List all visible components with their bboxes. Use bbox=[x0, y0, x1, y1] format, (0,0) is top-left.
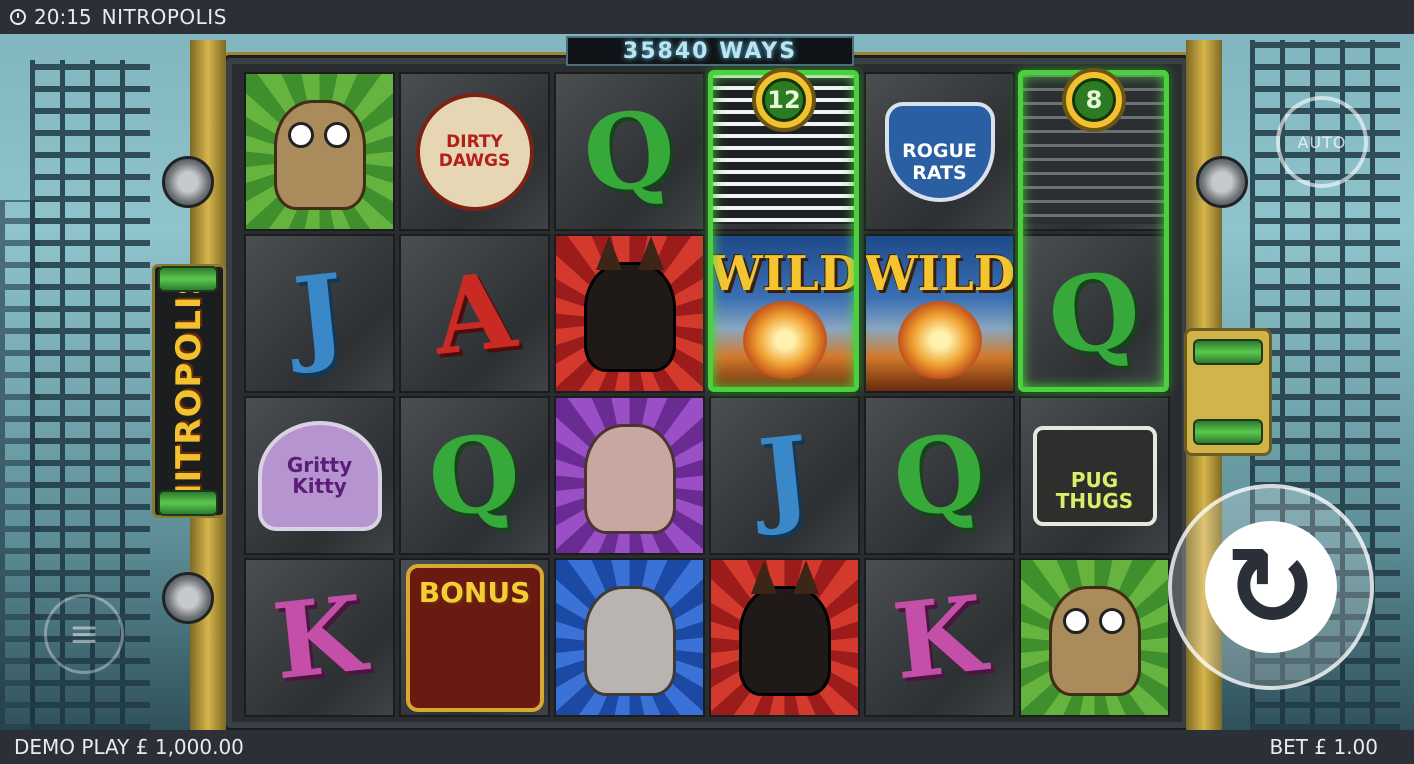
ear-icon bbox=[637, 236, 664, 270]
reel-symbol: Q bbox=[864, 396, 1015, 555]
wild-label: WILD bbox=[709, 246, 860, 302]
reel-symbol bbox=[554, 396, 705, 555]
letter-j-symbol: J bbox=[288, 249, 351, 377]
reel-symbol: Q bbox=[554, 72, 705, 231]
bonus-badge: BONUS bbox=[405, 563, 544, 712]
reel-symbol: A bbox=[399, 234, 550, 393]
reel-symbol: K bbox=[244, 558, 395, 717]
slot-game-screen: 20:15 NITROPOLIS 35840 WAYS NITROPOLIS D… bbox=[0, 0, 1414, 764]
letter-q-symbol: Q bbox=[422, 409, 526, 541]
cat-icon bbox=[583, 423, 676, 534]
letter-a-symbol: A bbox=[427, 247, 521, 379]
gear-knob-icon bbox=[162, 156, 214, 208]
nitro-canister-icon bbox=[158, 266, 218, 292]
autoplay-button[interactable]: AUTO bbox=[1276, 96, 1368, 188]
letter-q-symbol: Q bbox=[577, 85, 681, 217]
reel-symbol: WILD bbox=[709, 234, 860, 393]
cat-body bbox=[583, 423, 676, 534]
pug-icon bbox=[1048, 585, 1141, 696]
reel-symbol: DIRTY DAWGS bbox=[399, 72, 550, 231]
rat-body bbox=[583, 585, 676, 696]
reel-symbol: Gritty Kitty bbox=[244, 396, 395, 555]
spin-button-face: ↻ bbox=[1205, 521, 1337, 653]
doberman-body bbox=[583, 236, 676, 372]
reel-symbol: BONUS bbox=[399, 558, 550, 717]
clock-icon bbox=[10, 9, 26, 25]
bottom-bar: DEMO PLAY £ 1,000.00 BET £ 1.00 bbox=[0, 730, 1414, 764]
reel-symbol: WILD bbox=[864, 234, 1015, 393]
game-title: NITROPOLIS bbox=[101, 5, 227, 29]
gear-knob-icon bbox=[162, 572, 214, 624]
ear-icon bbox=[750, 560, 777, 594]
ways-counter: 35840 WAYS bbox=[566, 36, 854, 66]
ear-icon bbox=[595, 236, 622, 270]
nitro-counter-value: 8 bbox=[1072, 78, 1116, 122]
reel-symbol bbox=[554, 234, 705, 393]
doberman-icon bbox=[583, 236, 676, 372]
bet-display[interactable]: BET £ 1.00 bbox=[1269, 735, 1378, 759]
game-logo: NITROPOLIS bbox=[169, 269, 209, 512]
background-tower bbox=[0, 200, 40, 730]
reel-symbol: Q bbox=[399, 396, 550, 555]
kitty-badge: Gritty Kitty bbox=[257, 420, 382, 531]
nitro-counter-value: 12 bbox=[762, 78, 806, 122]
autoplay-label: AUTO bbox=[1297, 132, 1347, 152]
nitro-counter: 8 bbox=[1062, 68, 1126, 132]
letter-k-symbol: K bbox=[888, 571, 991, 703]
letter-q-symbol: Q bbox=[887, 409, 991, 541]
letter-j-symbol: J bbox=[753, 411, 816, 539]
nitro-canister-icon bbox=[1193, 419, 1263, 445]
nitro-counter: 12 bbox=[752, 68, 816, 132]
explosion-icon bbox=[897, 301, 982, 379]
logo-panel: NITROPOLIS bbox=[152, 264, 226, 518]
reel-symbol: PUG THUGS bbox=[1019, 396, 1170, 555]
ear-icon bbox=[792, 560, 819, 594]
pug-body bbox=[1048, 585, 1141, 696]
rats-badge: ROGUE RATS bbox=[884, 101, 995, 202]
doberman-icon bbox=[738, 560, 831, 696]
status-bar: 20:15 NITROPOLIS bbox=[0, 0, 1414, 34]
pug-body bbox=[273, 99, 366, 210]
spin-button[interactable]: ↻ bbox=[1168, 484, 1374, 690]
reel-symbol bbox=[554, 558, 705, 717]
reel-symbol: J bbox=[244, 234, 395, 393]
letter-q-symbol: Q bbox=[1042, 247, 1146, 379]
reel-symbol: ROGUE RATS bbox=[864, 72, 1015, 231]
nitro-canister-icon bbox=[1193, 339, 1263, 365]
refresh-arrow-icon: ↻ bbox=[1224, 523, 1318, 651]
reel-symbol: J bbox=[709, 396, 860, 555]
clock-time: 20:15 bbox=[34, 5, 92, 29]
reel-symbol bbox=[1019, 558, 1170, 717]
wild-label: WILD bbox=[864, 246, 1015, 302]
dawgs-badge: DIRTY DAWGS bbox=[415, 92, 534, 211]
reel-symbol: K bbox=[864, 558, 1015, 717]
reel-symbol bbox=[709, 558, 860, 717]
eye-icon bbox=[1098, 607, 1125, 634]
rat-icon bbox=[583, 585, 676, 696]
eye-icon bbox=[287, 121, 314, 148]
reel-symbol: Q bbox=[1019, 234, 1170, 393]
letter-k-symbol: K bbox=[268, 571, 371, 703]
eye-icon bbox=[323, 121, 350, 148]
coin-stack-icon[interactable]: ≡ bbox=[44, 594, 124, 674]
nitro-gauge bbox=[1184, 328, 1272, 456]
reel-symbol bbox=[244, 72, 395, 231]
thugs-badge: PUG THUGS bbox=[1032, 425, 1157, 526]
reel-grid: DIRTY DAWGS Q ROGUE RATS J A WILD WILD Q Gritty … bbox=[244, 72, 1170, 720]
eye-icon bbox=[1062, 607, 1089, 634]
balance-display: DEMO PLAY £ 1,000.00 bbox=[14, 735, 244, 759]
gear-knob-icon bbox=[1196, 156, 1248, 208]
pug-icon bbox=[273, 99, 366, 210]
nitro-canister-icon bbox=[158, 490, 218, 516]
explosion-icon bbox=[742, 301, 827, 379]
doberman-body bbox=[738, 560, 831, 696]
